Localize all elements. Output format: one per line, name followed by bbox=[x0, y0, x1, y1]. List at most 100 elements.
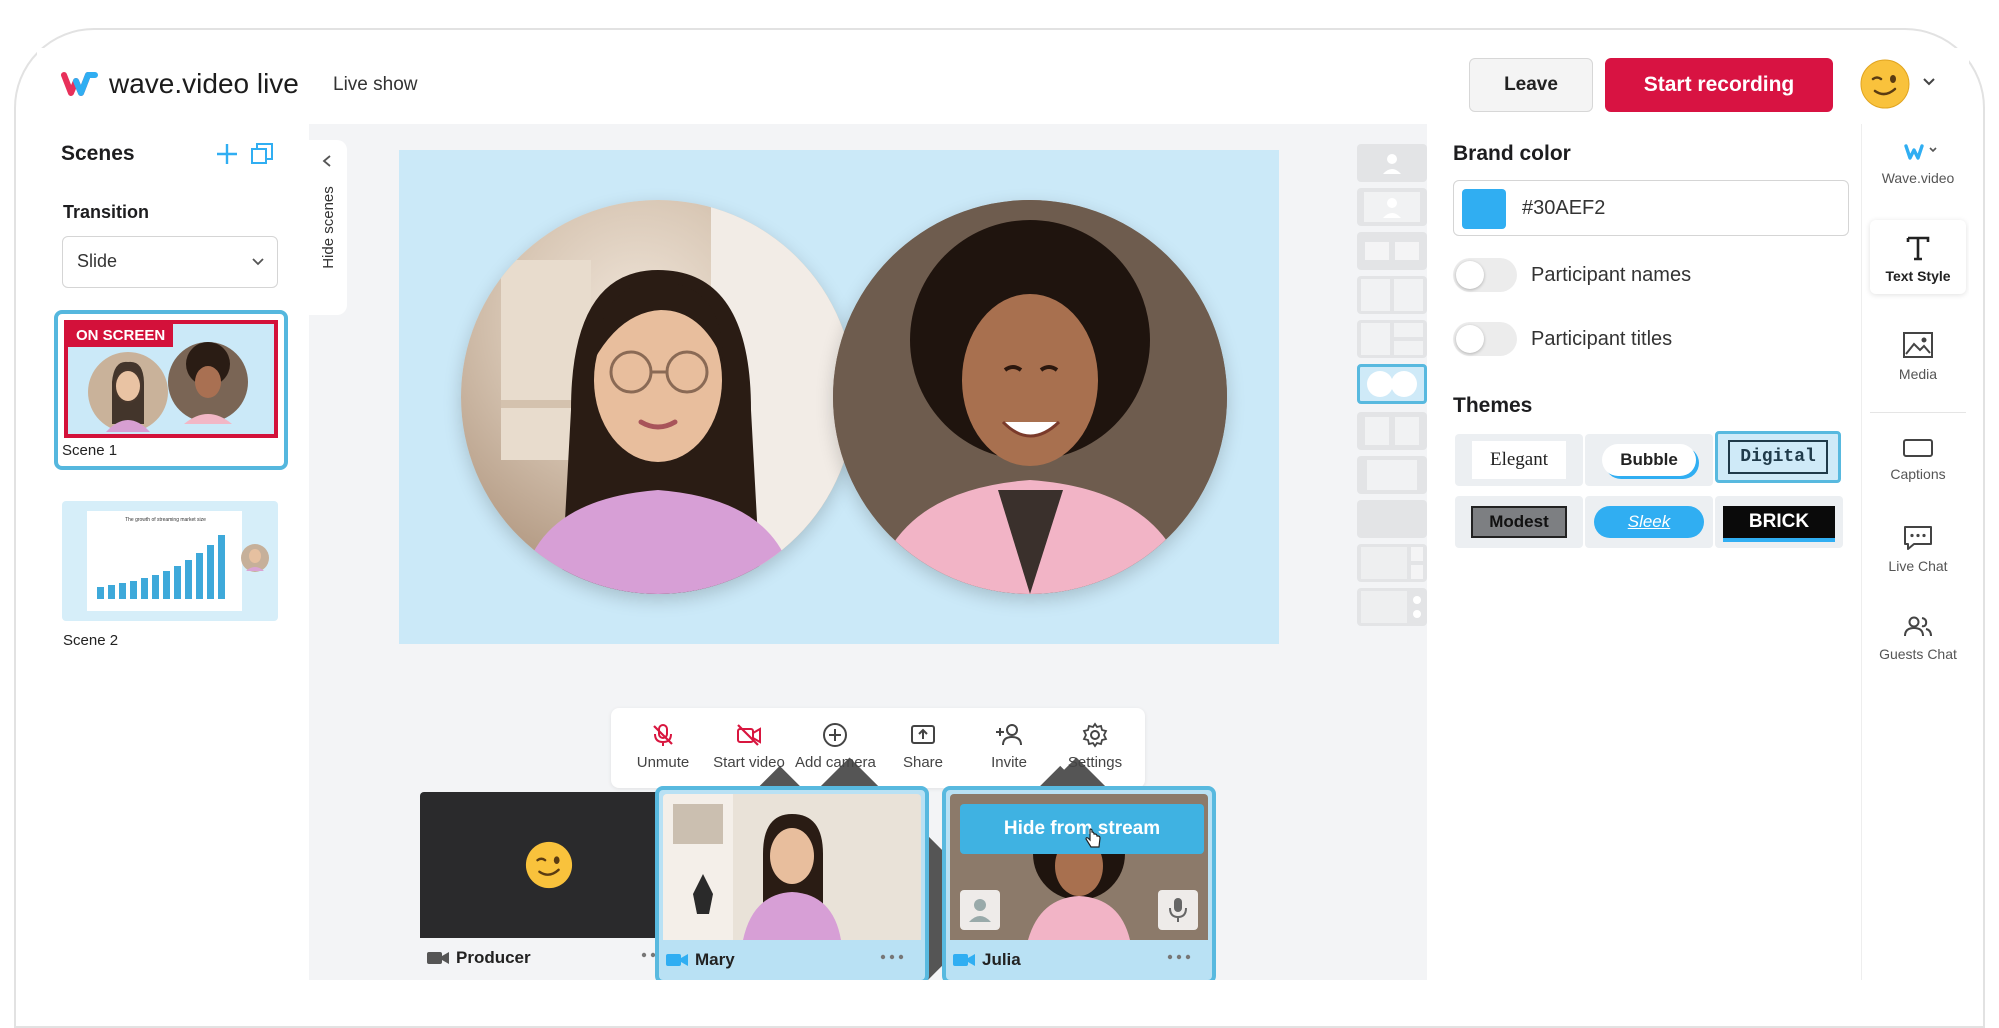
add-scene-plus-icon[interactable] bbox=[215, 142, 239, 166]
leave-button[interactable]: Leave bbox=[1469, 58, 1593, 112]
theme-bubble-label: Bubble bbox=[1602, 444, 1696, 476]
scene-2-presenter-avatar bbox=[241, 544, 269, 572]
layout-screen-side[interactable] bbox=[1357, 544, 1427, 582]
theme-elegant-label: Elegant bbox=[1471, 441, 1567, 479]
scene-1-thumbnail: ON SCREEN bbox=[64, 320, 278, 438]
theme-modest-label: Modest bbox=[1471, 506, 1567, 538]
gear-icon bbox=[1082, 722, 1108, 748]
producer-video bbox=[420, 792, 676, 938]
mic-off-icon bbox=[653, 724, 673, 746]
layout-presenter[interactable] bbox=[1357, 456, 1427, 494]
transition-value: Slide bbox=[77, 251, 118, 271]
chevron-down-icon[interactable] bbox=[1921, 76, 1937, 88]
sidebar-item-media[interactable]: Media bbox=[1870, 330, 1966, 382]
person-icon[interactable] bbox=[960, 890, 1000, 930]
layout-two-side[interactable] bbox=[1357, 276, 1427, 314]
share-button[interactable]: Share bbox=[883, 718, 963, 778]
guests-icon bbox=[1904, 616, 1932, 637]
participant-names-label: Participant names bbox=[1531, 264, 1692, 286]
unmute-label: Unmute bbox=[636, 754, 690, 771]
themes-label: Themes bbox=[1453, 394, 1533, 417]
scene-card-2[interactable]: The growth of streaming market size bbox=[62, 501, 278, 621]
mary-tile-video-icon bbox=[663, 794, 921, 940]
scenes-title: Scenes bbox=[61, 142, 135, 165]
add-camera-button[interactable]: Add camera bbox=[795, 718, 876, 778]
scenes-panel: Scenes Transition Slide ON SCREEN Scene … bbox=[37, 124, 309, 980]
logo[interactable]: wave.video live bbox=[61, 68, 299, 100]
layout-one-plus-two[interactable] bbox=[1357, 320, 1427, 358]
chat-bubble-icon bbox=[1904, 526, 1932, 550]
more-options-icon[interactable] bbox=[879, 952, 905, 962]
brand-color-swatch[interactable] bbox=[1462, 189, 1506, 229]
invite-button[interactable]: Invite bbox=[969, 718, 1049, 778]
theme-modest[interactable]: Modest bbox=[1455, 496, 1583, 548]
layout-two-circles[interactable] bbox=[1357, 364, 1427, 404]
header: wave.video live Live show Leave Start re… bbox=[37, 48, 1969, 124]
participant-names-toggle[interactable] bbox=[1453, 258, 1517, 292]
start-recording-button[interactable]: Start recording bbox=[1605, 58, 1833, 112]
add-person-icon bbox=[996, 724, 1022, 746]
settings-button[interactable]: Settings bbox=[1055, 718, 1135, 778]
camera-icon bbox=[427, 952, 449, 964]
scene-1-label: Scene 1 bbox=[62, 442, 118, 459]
layout-blank[interactable] bbox=[1357, 500, 1427, 538]
more-options-icon[interactable] bbox=[1166, 952, 1192, 962]
participant-name: Producer bbox=[456, 948, 531, 967]
share-label: Share bbox=[902, 754, 944, 771]
microphone-icon[interactable] bbox=[1158, 890, 1198, 930]
sidebar-item-label: Media bbox=[1898, 366, 1938, 382]
invite-label: Invite bbox=[991, 754, 1027, 771]
unmute-button[interactable]: Unmute bbox=[623, 718, 703, 778]
participant-titles-toggle[interactable] bbox=[1453, 322, 1517, 356]
stage-participant-mary[interactable] bbox=[461, 200, 855, 594]
hide-scenes-tab[interactable]: Hide scenes bbox=[309, 140, 347, 315]
sidebar-item-wave-video[interactable]: Wave.video bbox=[1870, 140, 1966, 186]
theme-sleek[interactable]: Sleek bbox=[1585, 496, 1713, 548]
text-t-icon bbox=[1906, 236, 1930, 261]
camera-icon bbox=[666, 954, 688, 966]
start-video-button[interactable]: Start video bbox=[709, 718, 789, 778]
brand-color-field[interactable]: #30AEF2 bbox=[1453, 180, 1849, 236]
wave-logo-icon bbox=[1904, 144, 1937, 160]
layout-two-small[interactable] bbox=[1357, 232, 1427, 270]
theme-bubble[interactable]: Bubble bbox=[1585, 434, 1713, 486]
layout-two-offset[interactable] bbox=[1357, 412, 1427, 450]
sidebar-item-label: Captions bbox=[1890, 466, 1946, 482]
layout-screen-small[interactable] bbox=[1357, 588, 1427, 626]
participant-tile-julia[interactable]: Hide from stream Julia bbox=[942, 786, 1216, 980]
duplicate-scene-icon[interactable] bbox=[250, 142, 274, 166]
hide-from-stream-button[interactable]: Hide from stream bbox=[960, 804, 1204, 854]
julia-video: Hide from stream bbox=[950, 794, 1208, 940]
theme-digital[interactable]: Digital bbox=[1715, 431, 1841, 483]
scene-2-bars-icon bbox=[97, 535, 225, 599]
scene-card-1[interactable]: ON SCREEN Scene 1 bbox=[54, 310, 288, 470]
theme-elegant[interactable]: Elegant bbox=[1455, 434, 1583, 486]
sidebar-item-guests-chat[interactable]: Guests Chat bbox=[1870, 614, 1966, 662]
wink-emoji-avatar-icon[interactable] bbox=[1859, 58, 1911, 110]
show-title[interactable]: Live show bbox=[333, 74, 418, 96]
image-icon bbox=[1903, 332, 1933, 358]
mary-video-icon bbox=[501, 200, 855, 594]
scene-2-chart-title: The growth of streaming market size bbox=[125, 517, 206, 523]
theme-digital-label: Digital bbox=[1728, 440, 1828, 474]
mary-video bbox=[663, 794, 921, 940]
media-toolbar: Unmute Start video Add camera Share Invi… bbox=[611, 708, 1145, 980]
sidebar-item-captions[interactable]: Captions bbox=[1870, 436, 1966, 482]
transition-select[interactable]: Slide bbox=[62, 236, 278, 288]
layout-solo-large[interactable] bbox=[1357, 144, 1427, 182]
participant-tile-mary[interactable]: Mary bbox=[655, 786, 929, 980]
layout-solo[interactable] bbox=[1357, 188, 1427, 226]
sidebar-item-live-chat[interactable]: Live Chat bbox=[1870, 524, 1966, 574]
participant-name: Julia bbox=[982, 950, 1021, 969]
sidebar-item-label: Live Chat bbox=[1888, 558, 1948, 574]
sidebar-item-label: Wave.video bbox=[1881, 170, 1955, 186]
theme-brick[interactable]: BRICK bbox=[1715, 496, 1843, 548]
brand-color-label: Brand color bbox=[1453, 142, 1571, 165]
stage-participant-julia[interactable] bbox=[833, 200, 1227, 594]
participant-tile-producer[interactable]: Producer bbox=[420, 792, 676, 978]
sidebar-item-text-style[interactable]: Text Style bbox=[1870, 220, 1966, 294]
scene-2-label: Scene 2 bbox=[63, 632, 119, 649]
theme-brick-label: BRICK bbox=[1722, 506, 1836, 538]
sidebar-item-label: Guests Chat bbox=[1879, 646, 1957, 662]
live-stage[interactable] bbox=[399, 150, 1279, 644]
